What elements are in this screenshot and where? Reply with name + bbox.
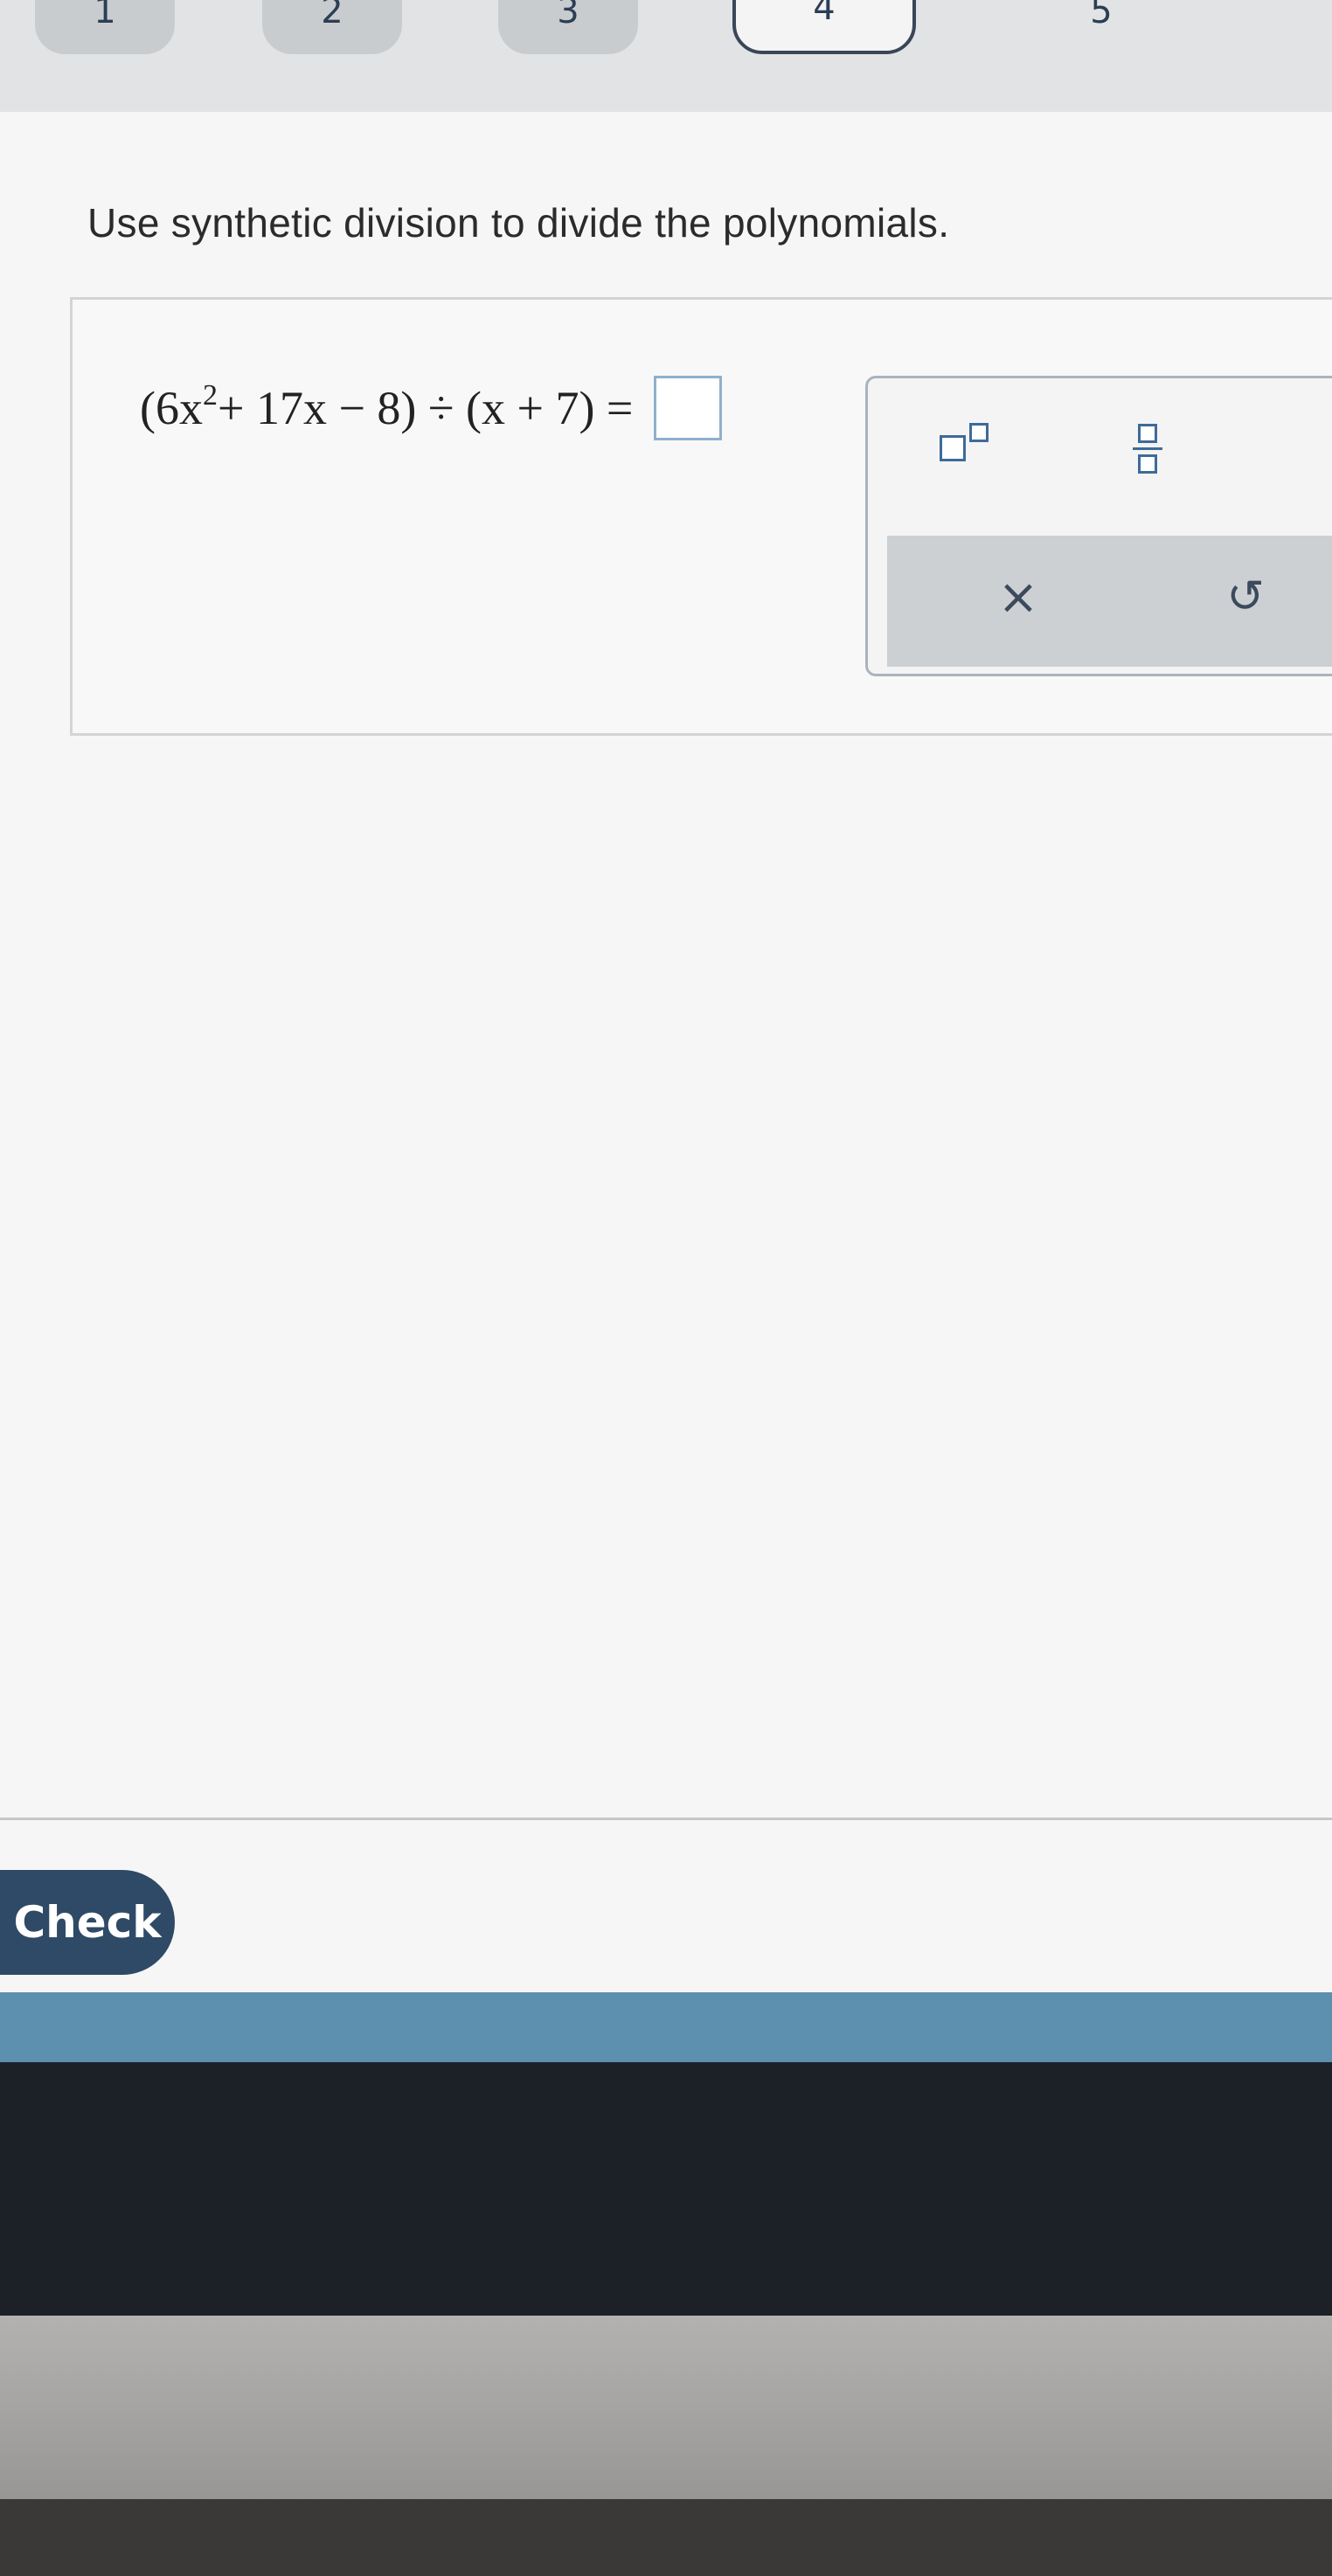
step-3-label: 3 <box>557 0 579 31</box>
screen-bottom-band <box>0 1992 1332 2062</box>
step-1-label: 1 <box>94 0 116 31</box>
superscript-base-icon <box>940 435 966 461</box>
fraction-bar-icon <box>1133 447 1162 450</box>
palette-actions: × ↺ <box>887 536 1332 667</box>
superscript-button[interactable] <box>920 413 1008 483</box>
superscript-exponent-icon <box>969 423 989 442</box>
equation-exponent: 2 <box>202 379 218 412</box>
check-label: Check <box>13 1897 162 1948</box>
step-navigation: 1 2 3 4 5 <box>0 0 1332 112</box>
step-2-label: 2 <box>321 0 343 31</box>
undo-icon: ↺ <box>1226 571 1265 623</box>
undo-button[interactable]: ↺ <box>1202 553 1289 641</box>
step-5-label: 5 <box>1090 0 1113 31</box>
step-4-label: 4 <box>813 0 836 28</box>
fraction-button[interactable] <box>1104 405 1191 492</box>
step-2-tab[interactable]: 2 <box>262 0 402 54</box>
step-1-tab[interactable]: 1 <box>35 0 175 54</box>
step-3-tab[interactable]: 3 <box>498 0 638 54</box>
answer-input[interactable] <box>654 376 723 440</box>
clear-button[interactable]: × <box>975 553 1062 641</box>
math-palette: × ↺ <box>865 376 1332 676</box>
equation-left: (6x <box>140 382 203 434</box>
fraction-numerator-icon <box>1138 423 1157 443</box>
fraction-denominator-icon <box>1138 454 1157 474</box>
question-prompt: Use synthetic division to divide the pol… <box>87 200 950 246</box>
equation: (6x 2 + 17x − 8) ÷ (x + 7) = <box>140 376 723 440</box>
laptop-bezel-edge <box>0 2499 1332 2576</box>
clear-icon: × <box>997 568 1039 626</box>
screen-dark-area <box>0 2062 1332 2316</box>
footer-divider <box>0 1818 1332 1820</box>
step-4-tab[interactable]: 4 <box>732 0 916 54</box>
question-area: Use synthetic division to divide the pol… <box>0 112 1332 1992</box>
equation-right: + 17x − 8) ÷ (x + 7) = <box>217 382 634 434</box>
step-5-tab[interactable]: 5 <box>1031 0 1171 54</box>
check-button[interactable]: Check <box>0 1870 175 1975</box>
